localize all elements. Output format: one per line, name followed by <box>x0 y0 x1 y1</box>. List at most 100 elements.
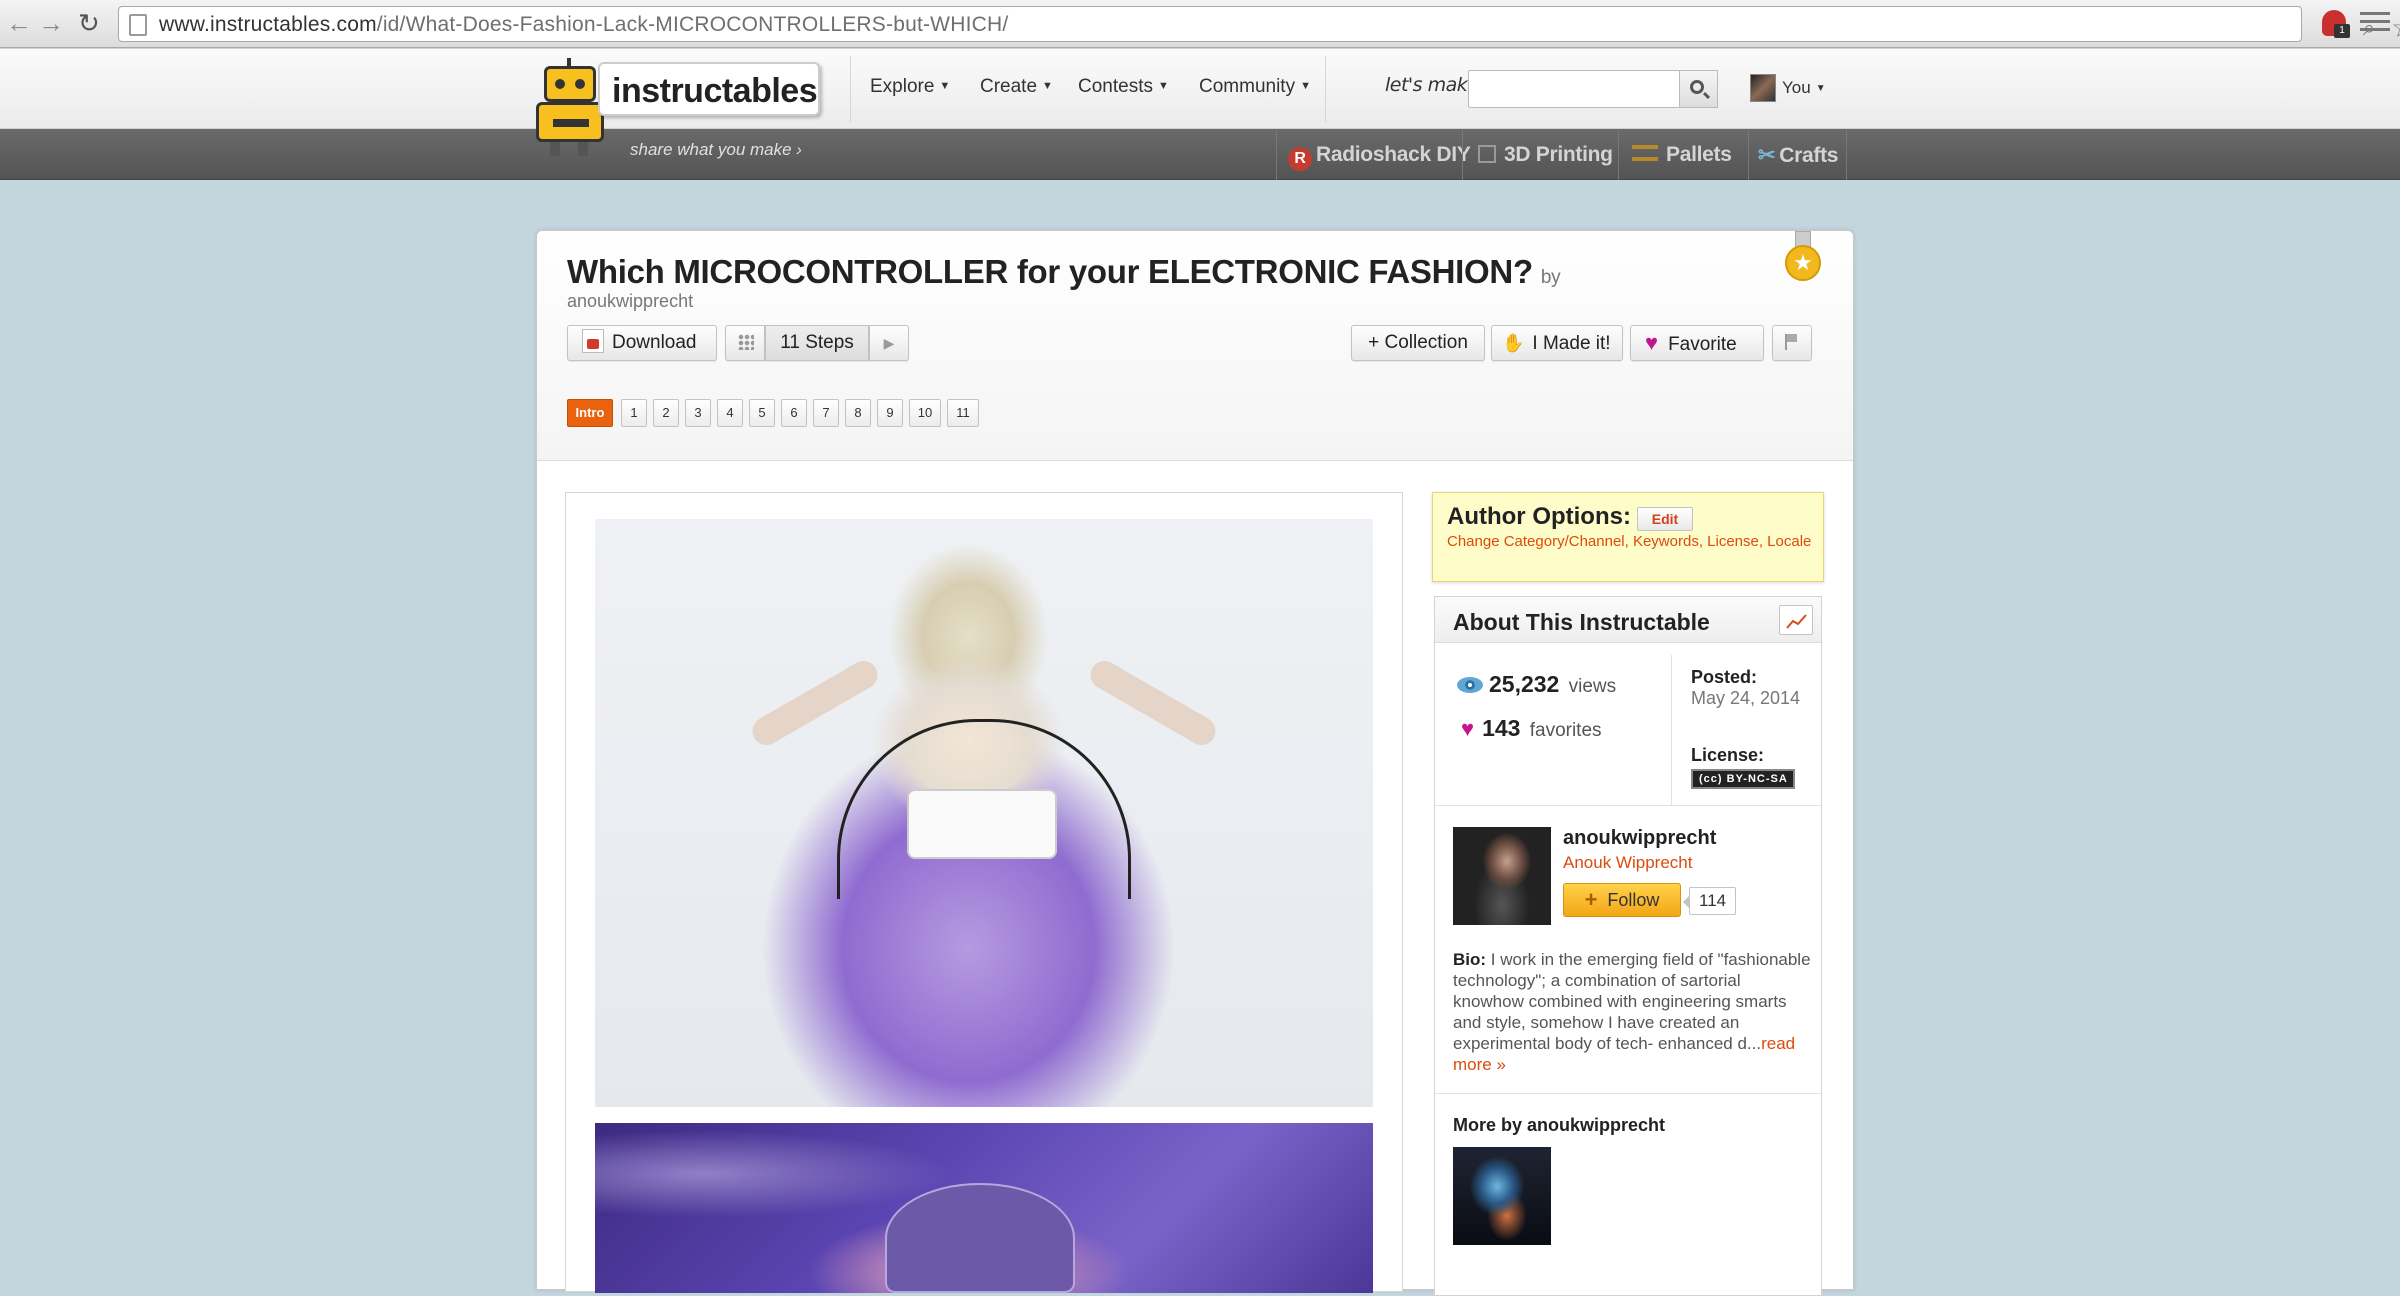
site-logo[interactable]: instructables <box>598 62 820 116</box>
about-header: About This Instructable <box>1435 597 1821 643</box>
flag-icon <box>1785 334 1799 350</box>
step-tab-6[interactable]: 6 <box>781 399 807 427</box>
pallet-icon <box>1632 145 1658 161</box>
cc-license-badge[interactable]: (cc) BY-NC-SA <box>1691 769 1795 789</box>
lets-make-label: let's make <box>1385 74 1479 96</box>
logo-text: instructables <box>612 72 818 110</box>
extension-badge: 1 <box>2334 24 2350 38</box>
plus-icon: + <box>1584 887 1598 912</box>
caret-down-icon: ▼ <box>939 80 951 92</box>
magnifier-icon <box>1690 80 1704 94</box>
download-button[interactable]: Download <box>567 325 717 361</box>
caret-down-icon: ▼ <box>1157 80 1169 92</box>
address-bar[interactable]: www.instructables.com/id/What-Does-Fashi… <box>118 6 2400 43</box>
stats-button[interactable] <box>1779 605 1813 635</box>
collection-button[interactable]: + Collection <box>1351 325 1485 361</box>
forward-icon[interactable]: → <box>38 10 64 36</box>
nav-community[interactable]: Community ▼ <box>1199 76 1311 98</box>
featured-medal-icon: ★ <box>1785 231 1821 287</box>
made-it-button[interactable]: ✋ I Made it! <box>1491 325 1623 361</box>
browser-menu-icon[interactable] <box>2360 12 2390 34</box>
author-link[interactable]: anoukwipprecht <box>567 291 693 312</box>
about-title: About This Instructable <box>1453 609 1710 635</box>
caret-down-icon: ▼ <box>1300 80 1311 92</box>
step-tab-8[interactable]: 8 <box>845 399 871 427</box>
eye-icon <box>1457 677 1483 693</box>
extension-icon[interactable]: 1 <box>2322 10 2350 38</box>
nav-contests[interactable]: Contests ▼ <box>1078 76 1169 98</box>
step-tab-5[interactable]: 5 <box>749 399 775 427</box>
tagline[interactable]: share what you make › <box>630 140 802 160</box>
nav-create[interactable]: Create ▼ <box>980 76 1053 98</box>
step-tab-7[interactable]: 7 <box>813 399 839 427</box>
stats-divider <box>1671 655 1672 805</box>
section-divider <box>1435 805 1821 806</box>
section-divider <box>1435 1093 1821 1094</box>
follow-button[interactable]: + Follow <box>1563 883 1681 917</box>
author-avatar[interactable] <box>1453 827 1551 925</box>
license-info: License: (cc) BY-NC-SA <box>1691 745 1795 789</box>
page-icon <box>129 14 147 36</box>
views-stat: 25,232 views <box>1457 671 1616 698</box>
heart-icon: ♥ <box>1645 330 1659 355</box>
channel-3d-printing[interactable]: 3D Printing <box>1478 143 1613 167</box>
step-tab-2[interactable]: 2 <box>653 399 679 427</box>
step-grid-button[interactable] <box>725 325 765 361</box>
page-title: Which MICROCONTROLLER for your ELECTRONI… <box>567 253 1561 290</box>
heart-icon: ♥ <box>1461 716 1475 741</box>
favorite-button[interactable]: ♥ Favorite <box>1630 325 1764 361</box>
reload-icon[interactable]: ↻ <box>78 10 100 36</box>
caret-down-icon: ▼ <box>1042 80 1053 92</box>
intro-photo-main[interactable] <box>595 519 1373 1107</box>
robot-logo-icon[interactable] <box>532 58 606 158</box>
channel-bar <box>0 129 2400 180</box>
user-avatar[interactable] <box>1750 74 1776 102</box>
author-bio: Bio: I work in the emerging field of "fa… <box>1453 950 1811 1074</box>
step-tab-1[interactable]: 1 <box>621 399 647 427</box>
step-tab-4[interactable]: 4 <box>717 399 743 427</box>
channel-pallets[interactable]: Pallets <box>1632 143 1732 167</box>
hand-icon: ✋ <box>1502 333 1525 353</box>
stats-chart-icon <box>1786 614 1807 629</box>
pdf-icon <box>582 329 604 353</box>
flag-button[interactable] <box>1772 325 1812 361</box>
search-button[interactable] <box>1680 70 1718 108</box>
more-by-heading: More by anoukwipprecht <box>1453 1115 1666 1135</box>
next-step-button[interactable]: ▶ <box>869 325 909 361</box>
steps-button[interactable]: 11 Steps <box>765 325 869 361</box>
channel-crafts[interactable]: ✂ Crafts <box>1758 143 1838 168</box>
favorites-stat: ♥ 143 favorites <box>1461 715 1602 741</box>
scissors-icon: ✂ <box>1758 144 1776 167</box>
card-header: Which MICROCONTROLLER for your ELECTRONI… <box>537 231 1853 461</box>
search-input[interactable] <box>1468 70 1680 108</box>
author-options-links[interactable]: Change Category/Channel, Keywords, Licen… <box>1447 533 1817 550</box>
browser-toolbar: ← → ↻ www.instructables.com/id/What-Does… <box>0 0 2400 48</box>
step-tab-intro[interactable]: Intro <box>567 399 613 427</box>
posted-date: Posted: May 24, 2014 <box>1691 667 1801 708</box>
step-tab-11[interactable]: 11 <box>947 399 979 427</box>
author-username[interactable]: anoukwipprecht <box>1563 827 1716 850</box>
follower-count: 114 <box>1682 887 1737 915</box>
about-panel: About This Instructable 25,232 views ♥ 14… <box>1434 596 1822 1296</box>
more-by-thumbnail[interactable] <box>1453 1147 1551 1245</box>
nav-explore[interactable]: Explore ▼ <box>870 76 950 98</box>
intro-photo-secondary[interactable] <box>595 1123 1373 1293</box>
chevron-right-icon: ▶ <box>883 335 895 351</box>
author-realname[interactable]: Anouk Wipprecht <box>1563 853 1692 873</box>
step-tab-3[interactable]: 3 <box>685 399 711 427</box>
nav-divider <box>850 56 851 122</box>
author-options-panel: Author Options: Edit Change Category/Cha… <box>1432 492 1824 582</box>
grid-icon <box>738 334 754 350</box>
channel-radioshack[interactable]: R Radioshack DIY <box>1288 143 1471 171</box>
step-tab-10[interactable]: 10 <box>909 399 941 427</box>
author-options-title: Author Options: <box>1447 503 1631 530</box>
user-menu[interactable]: You ▼ <box>1782 78 1826 98</box>
radioshack-icon: R <box>1288 147 1312 171</box>
back-icon[interactable]: ← <box>6 10 32 36</box>
step-tab-9[interactable]: 9 <box>877 399 903 427</box>
edit-button[interactable]: Edit <box>1637 507 1693 531</box>
bookmark-star-icon[interactable]: ☆ <box>2391 11 2400 44</box>
printer-icon <box>1478 145 1496 163</box>
nav-divider <box>1325 56 1326 122</box>
url-text[interactable]: www.instructables.com/id/What-Does-Fashi… <box>159 13 1008 37</box>
